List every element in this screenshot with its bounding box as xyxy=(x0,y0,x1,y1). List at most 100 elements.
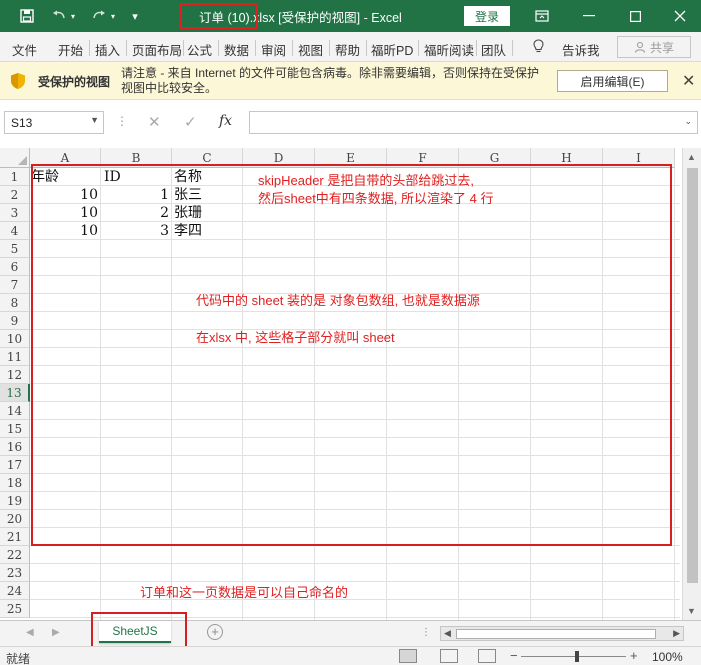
annotation-naming: 订单和这一页数据是可以自己命名的 xyxy=(140,585,349,600)
row-header-23[interactable]: 23 xyxy=(0,564,30,582)
next-sheet-icon[interactable]: ▶ xyxy=(52,627,60,638)
gridline xyxy=(30,563,680,564)
name-box[interactable]: S13 ▼ xyxy=(4,111,104,134)
tab-formulas[interactable]: 公式 xyxy=(187,40,212,59)
chevron-down-icon[interactable]: ▼ xyxy=(90,115,99,125)
undo-dropdown-icon[interactable]: ▾ xyxy=(66,0,80,32)
row-header-4[interactable]: 4 xyxy=(0,222,30,240)
formula-input[interactable]: ⌄ xyxy=(249,111,698,134)
scroll-right-icon[interactable]: ▶ xyxy=(673,628,680,639)
close-icon[interactable] xyxy=(657,0,701,32)
zoom-out-icon[interactable]: − xyxy=(510,648,518,663)
tab-team[interactable]: 团队 xyxy=(481,40,506,59)
zoom-slider[interactable] xyxy=(521,656,626,657)
tab-foxit-reader[interactable]: 福昕阅读 xyxy=(424,40,474,59)
page-layout-view-icon[interactable] xyxy=(440,649,458,663)
add-sheet-icon[interactable]: + xyxy=(207,624,223,640)
row-header-19[interactable]: 19 xyxy=(0,492,30,510)
row-header-5[interactable]: 5 xyxy=(0,240,30,258)
vertical-scrollbar[interactable]: ▲ ▼ xyxy=(682,148,701,620)
ribbon-display-options-icon[interactable] xyxy=(519,0,565,32)
scroll-down-icon[interactable]: ▼ xyxy=(687,606,696,616)
enable-editing-button[interactable]: 启用编辑(E) xyxy=(557,70,668,92)
page-break-preview-icon[interactable] xyxy=(478,649,496,663)
horizontal-scroll-thumb[interactable] xyxy=(456,629,656,639)
name-box-value: S13 xyxy=(11,116,33,130)
tab-page-layout[interactable]: 页面布局 xyxy=(132,40,182,59)
zoom-in-icon[interactable]: + xyxy=(630,648,638,663)
row-header-13-selected[interactable]: 13 xyxy=(0,384,30,402)
share-button[interactable]: 共享 xyxy=(617,36,691,58)
scroll-up-icon[interactable]: ▲ xyxy=(687,152,696,162)
horizontal-scrollbar[interactable]: ◀ ▶ xyxy=(440,626,684,641)
lightbulb-icon[interactable] xyxy=(533,39,544,57)
row-header-21[interactable]: 21 xyxy=(0,528,30,546)
customize-quick-access-icon[interactable]: ▾ xyxy=(122,0,148,32)
row-header-3[interactable]: 3 xyxy=(0,204,30,222)
tab-foxit-pdf[interactable]: 福昕PD xyxy=(371,40,413,59)
login-button[interactable]: 登录 xyxy=(464,6,510,26)
title-bar: ▾ ▾ ▾ 订单 (10).xlsx [受保护的视图] - Excel 登录 xyxy=(0,0,701,32)
row-header-22[interactable]: 22 xyxy=(0,546,30,564)
minimize-icon[interactable] xyxy=(566,0,612,32)
row-header-6[interactable]: 6 xyxy=(0,258,30,276)
tab-separator xyxy=(89,40,90,56)
annotation-cells-are-sheet: 在xlsx 中, 这些格子部分就叫 sheet xyxy=(196,330,395,345)
row-header-17[interactable]: 17 xyxy=(0,456,30,474)
tab-file[interactable]: 文件 xyxy=(12,40,37,59)
tab-data[interactable]: 数据 xyxy=(224,40,249,59)
redo-dropdown-icon[interactable]: ▾ xyxy=(106,0,120,32)
tab-separator xyxy=(476,40,477,56)
tab-home[interactable]: 开始 xyxy=(58,40,83,59)
row-header-12[interactable]: 12 xyxy=(0,366,30,384)
row-header-10[interactable]: 10 xyxy=(0,330,30,348)
row-header-15[interactable]: 15 xyxy=(0,420,30,438)
tab-review[interactable]: 审阅 xyxy=(261,40,286,59)
row-header-1[interactable]: 1 xyxy=(0,168,30,186)
person-icon xyxy=(634,41,646,53)
row-header-20[interactable]: 20 xyxy=(0,510,30,528)
vertical-scroll-thumb[interactable] xyxy=(687,168,698,583)
scroll-left-icon[interactable]: ◀ xyxy=(444,628,451,639)
zoom-slider-thumb[interactable] xyxy=(575,651,579,662)
tab-insert[interactable]: 插入 xyxy=(95,40,120,59)
tab-separator xyxy=(329,40,330,56)
row-header-18[interactable]: 18 xyxy=(0,474,30,492)
tab-help[interactable]: 帮助 xyxy=(335,40,360,59)
close-banner-icon[interactable]: ✕ xyxy=(682,71,695,91)
tab-view[interactable]: 视图 xyxy=(298,40,323,59)
status-bar: 就绪 − + 100% xyxy=(0,646,701,665)
row-header-16[interactable]: 16 xyxy=(0,438,30,456)
insert-function-icon[interactable]: fx xyxy=(219,113,232,129)
shield-icon xyxy=(10,72,26,90)
split-handle-icon[interactable]: ⋮ xyxy=(421,627,431,638)
tab-separator xyxy=(255,40,256,56)
cancel-icon[interactable]: ✕ xyxy=(148,113,161,131)
row-header-11[interactable]: 11 xyxy=(0,348,30,366)
zoom-level[interactable]: 100% xyxy=(652,650,683,664)
title-annotation-box xyxy=(180,3,258,29)
spreadsheet-grid[interactable]: A B C D E F G H I 1 2 3 4 5 6 7 8 9 10 1… xyxy=(0,146,701,620)
prev-sheet-icon[interactable]: ◀ xyxy=(26,627,34,638)
row-header-2[interactable]: 2 xyxy=(0,186,30,204)
annotation-skipheader-line1: skipHeader 是把自带的头部给跳过去, xyxy=(258,173,474,188)
save-icon[interactable] xyxy=(14,0,40,32)
maximize-icon[interactable] xyxy=(612,0,658,32)
row-header-24[interactable]: 24 xyxy=(0,582,30,600)
row-header-7[interactable]: 7 xyxy=(0,276,30,294)
enter-check-icon[interactable]: ✓ xyxy=(184,113,197,131)
expand-formula-icon[interactable]: ⌄ xyxy=(684,116,692,127)
gridline xyxy=(30,599,680,600)
tab-separator xyxy=(218,40,219,56)
tell-me-search[interactable]: 告诉我 xyxy=(562,40,600,59)
drag-handle-icon[interactable]: ⋮ xyxy=(116,114,128,128)
row-header-8[interactable]: 8 xyxy=(0,294,30,312)
share-label: 共享 xyxy=(649,40,674,55)
row-header-14[interactable]: 14 xyxy=(0,402,30,420)
row-header-25[interactable]: 25 xyxy=(0,600,30,618)
status-ready: 就绪 xyxy=(6,652,31,665)
banner-title: 受保护的视图 xyxy=(38,75,111,89)
select-all-corner[interactable] xyxy=(0,148,30,168)
row-header-9[interactable]: 9 xyxy=(0,312,30,330)
normal-view-icon[interactable] xyxy=(399,649,417,663)
